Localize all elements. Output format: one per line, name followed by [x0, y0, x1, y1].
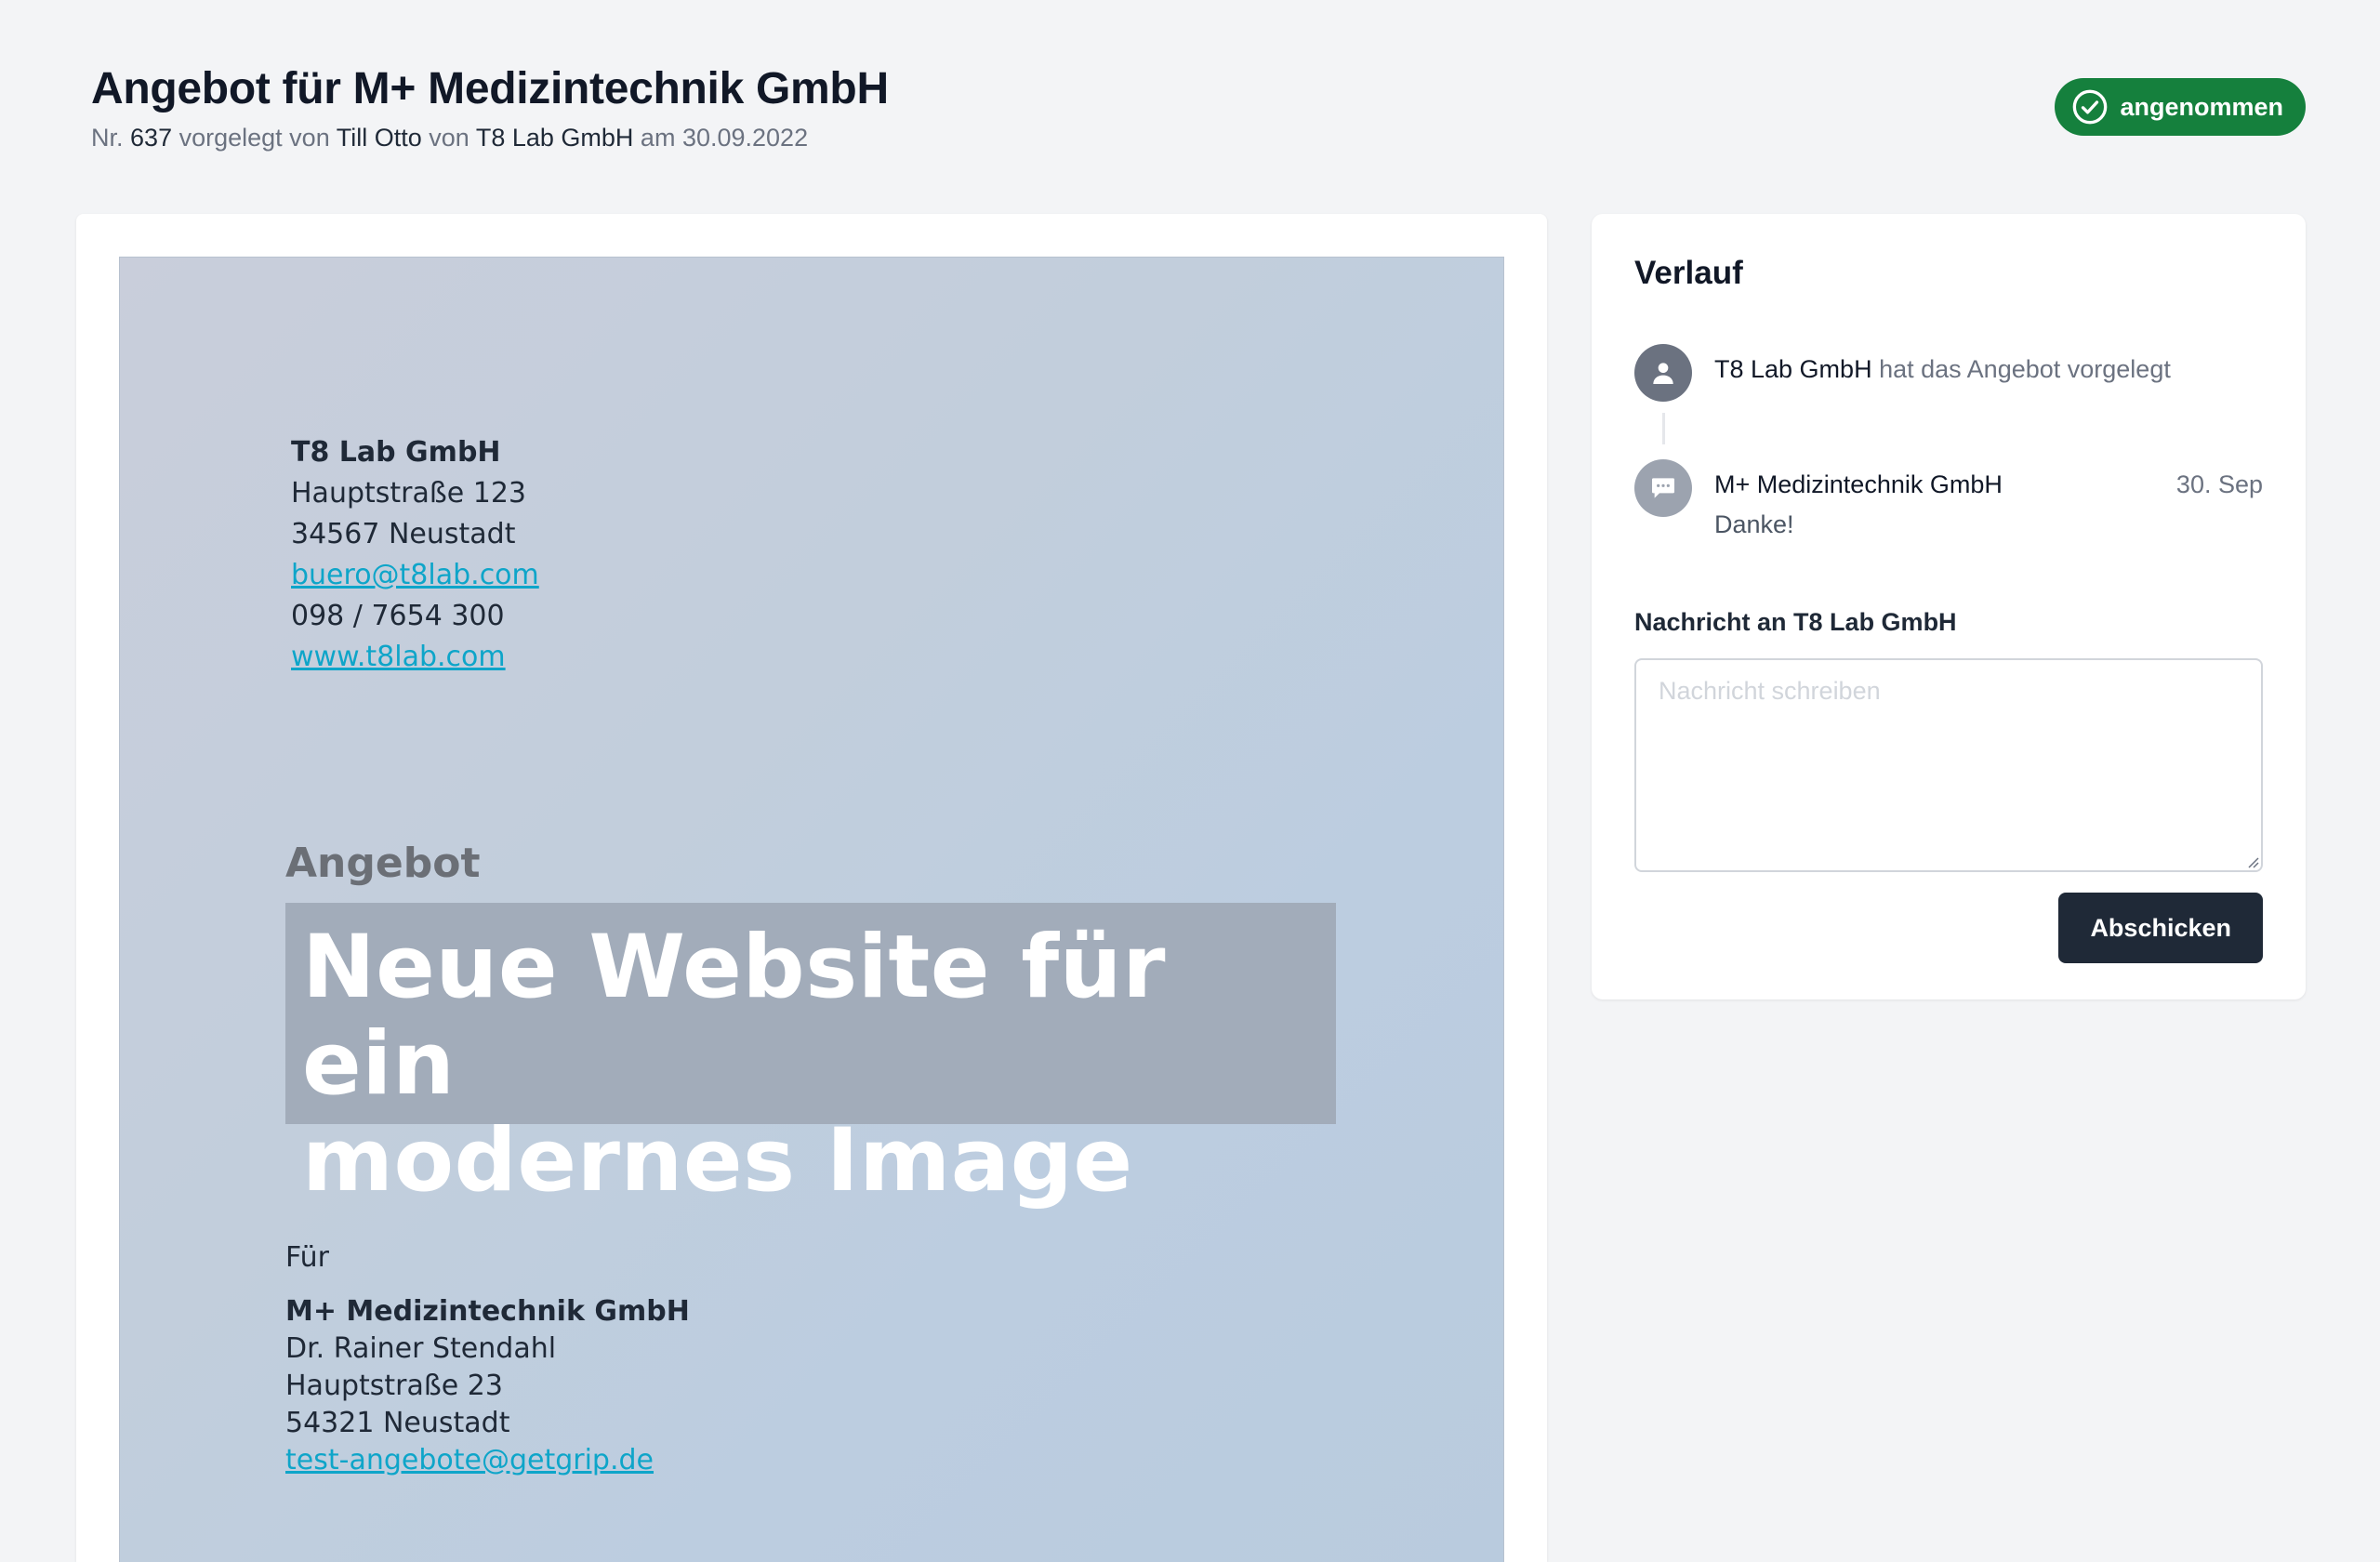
recipient-name: M+ Medizintechnik GmbH [285, 1295, 690, 1328]
avatar [1634, 344, 1692, 402]
page-title: Angebot für M+ Medizintechnik GmbH [91, 64, 889, 113]
presenter-name: Till Otto [336, 124, 422, 152]
recipient-street: Hauptstraße 23 [285, 1370, 503, 1402]
document-kicker: Angebot [285, 840, 481, 887]
headline-line-2: modernes Image [302, 1110, 1133, 1211]
timeline-actor: M+ Medizintechnik GmbH [1714, 470, 2003, 498]
sender-street: Hauptstraße 123 [291, 477, 527, 510]
document-headline-banner: Neue Website für ein modernes Image [285, 903, 1336, 1210]
message-input[interactable] [1634, 658, 2263, 872]
user-icon [1653, 363, 1673, 384]
status-label: angenommen [2120, 92, 2283, 121]
headline-line-1: Neue Website für ein [302, 917, 1166, 1115]
recipient-address: M+ Medizintechnik GmbH Dr. Rainer Stenda… [285, 1293, 690, 1479]
offer-date: 30.09.2022 [681, 124, 809, 152]
history-title: Verlauf [1634, 255, 1743, 291]
document-preview: T8 Lab GmbH Hauptstraße 123 34567 Neusta… [119, 257, 1504, 1562]
presented-by-label: vorgelegt von [178, 124, 330, 152]
document-card: T8 Lab GmbH Hauptstraße 123 34567 Neusta… [76, 214, 1547, 1562]
message-label: Nachricht an T8 Lab GmbH [1634, 608, 1957, 636]
sender-name: T8 Lab GmbH [291, 436, 501, 469]
recipient-label: Für [285, 1241, 329, 1274]
timeline-action: hat das Angebot vorgelegt [1879, 355, 2171, 383]
timeline-message: Danke! [1714, 510, 1794, 538]
sender-city: 34567 Neustadt [291, 518, 516, 550]
timeline-text: T8 Lab GmbH hat das Angebot vorgelegt [1714, 344, 2263, 402]
recipient-city: 54321 Neustadt [285, 1407, 510, 1439]
chat-icon [1652, 478, 1674, 498]
timeline-connector [1662, 413, 1665, 444]
recipient-email-link[interactable]: test-angebote@getgrip.de [285, 1444, 654, 1476]
date-label: am [640, 124, 676, 152]
sender-email-link[interactable]: buero@t8lab.com [291, 559, 539, 591]
offer-number: 637 [130, 124, 173, 152]
sender-website-link[interactable]: www.t8lab.com [291, 641, 506, 673]
timeline-item: M+ Medizintechnik GmbH 30. Sep Danke! [1634, 459, 2263, 539]
offer-nr-prefix: Nr. [91, 124, 124, 152]
timeline-text: M+ Medizintechnik GmbH 30. Sep Danke! [1714, 459, 2263, 539]
history-timeline: T8 Lab GmbH hat das Angebot vorgelegt M+… [1634, 344, 2263, 539]
presenter-company: T8 Lab GmbH [475, 124, 634, 152]
sender-phone: 098 / 7654 300 [291, 600, 505, 632]
offer-meta: Nr. 637 vorgelegt von Till Otto von T8 L… [91, 124, 2306, 152]
check-circle-icon [2073, 89, 2108, 125]
timeline-item: T8 Lab GmbH hat das Angebot vorgelegt [1634, 344, 2263, 444]
send-button[interactable]: Abschicken [2058, 893, 2263, 963]
history-panel: Verlauf T8 Lab GmbH hat das Angebot vorg… [1592, 214, 2306, 999]
recipient-contact: Dr. Rainer Stendahl [285, 1332, 557, 1365]
status-badge: angenommen [2055, 78, 2306, 136]
timeline-date: 30. Sep [2175, 470, 2263, 498]
avatar [1634, 459, 1692, 517]
page: Angebot für M+ Medizintechnik GmbH Nr. 6… [0, 0, 2380, 1562]
from-label: von [429, 124, 469, 152]
sender-address: T8 Lab GmbH Hauptstraße 123 34567 Neusta… [291, 432, 539, 678]
page-header: Angebot für M+ Medizintechnik GmbH Nr. 6… [91, 63, 2306, 152]
timeline-actor: T8 Lab GmbH [1714, 355, 1872, 383]
resize-handle-icon[interactable] [2244, 854, 2259, 868]
